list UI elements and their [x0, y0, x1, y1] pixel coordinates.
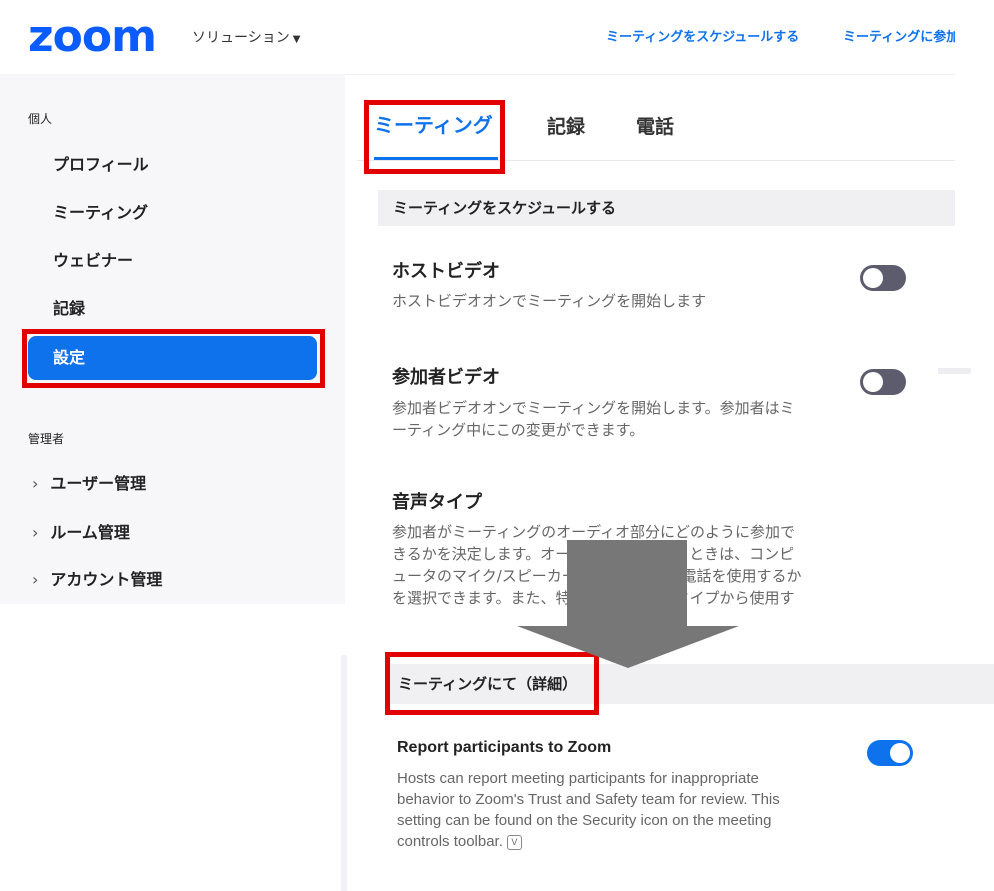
nav-join-meeting-link[interactable]: ミーティングに参加する [843, 28, 955, 48]
sidebar-section-admin: 管理者 [28, 432, 65, 446]
report-participants-toggle[interactable] [867, 740, 913, 766]
setting-title-participant-video: 参加者ビデオ [392, 367, 500, 388]
zoom-logo[interactable]: zoom [28, 12, 157, 62]
sidebar-item-recordings[interactable]: 記録 [53, 298, 85, 320]
toggle-knob [890, 743, 910, 763]
version-badge-icon: V [506, 834, 522, 850]
solutions-menu[interactable]: ソリューション ▼ [192, 28, 300, 50]
settings-highlight-box [22, 329, 325, 388]
divider [938, 368, 971, 374]
tab-highlight-box [364, 100, 505, 174]
sidebar-item-account-management[interactable]: › アカウント管理 [32, 569, 162, 591]
sidebar-item-label: アカウント管理 [50, 570, 163, 589]
chevron-right-icon: › [32, 523, 39, 542]
solutions-label: ソリューション [192, 30, 290, 46]
toggle-knob [863, 372, 883, 392]
setting-title-report-participants: Report participants to Zoom [397, 739, 612, 756]
toggle-knob [863, 268, 883, 288]
report-desc-text: Hosts can report meeting participants fo… [397, 770, 780, 850]
setting-desc-report-participants: Hosts can report meeting participants fo… [397, 768, 817, 852]
setting-title-audio-type: 音声タイプ [392, 492, 482, 513]
setting-desc-participant-video-line2: ーティング中にこの変更ができます。 [392, 421, 645, 439]
setting-desc-participant-video-line1: 参加者ビデオオンでミーティングを開始します。参加者はミ [392, 399, 795, 417]
caret-down-icon: ▼ [292, 34, 301, 45]
tab-recording[interactable]: 記録 [547, 113, 585, 141]
sidebar-item-room-management[interactable]: › ルーム管理 [32, 522, 130, 544]
tab-phone[interactable]: 電話 [636, 113, 674, 141]
sidebar-item-profile[interactable]: プロフィール [53, 154, 149, 176]
chevron-right-icon: › [32, 474, 39, 493]
down-arrow-icon [517, 540, 739, 668]
nav-schedule-meeting-link[interactable]: ミーティングをスケジュールする [606, 28, 799, 48]
participant-video-toggle[interactable] [860, 369, 906, 395]
section-title-schedule: ミーティングをスケジュールする [393, 199, 617, 217]
chevron-right-icon: › [32, 570, 39, 589]
sidebar-section-personal: 個人 [28, 112, 53, 126]
sidebar-item-label: ユーザー管理 [50, 474, 147, 493]
sidebar-item-webinars[interactable]: ウェビナー [53, 250, 133, 272]
host-video-toggle[interactable] [860, 265, 906, 291]
sidebar-item-meetings[interactable]: ミーティング [53, 202, 148, 224]
sidebar-item-user-management[interactable]: › ユーザー管理 [32, 473, 146, 495]
setting-title-host-video: ホストビデオ [392, 261, 500, 282]
setting-desc-host-video: ホストビデオオンでミーティングを開始します [392, 292, 707, 310]
sidebar-item-label: ルーム管理 [50, 523, 130, 542]
